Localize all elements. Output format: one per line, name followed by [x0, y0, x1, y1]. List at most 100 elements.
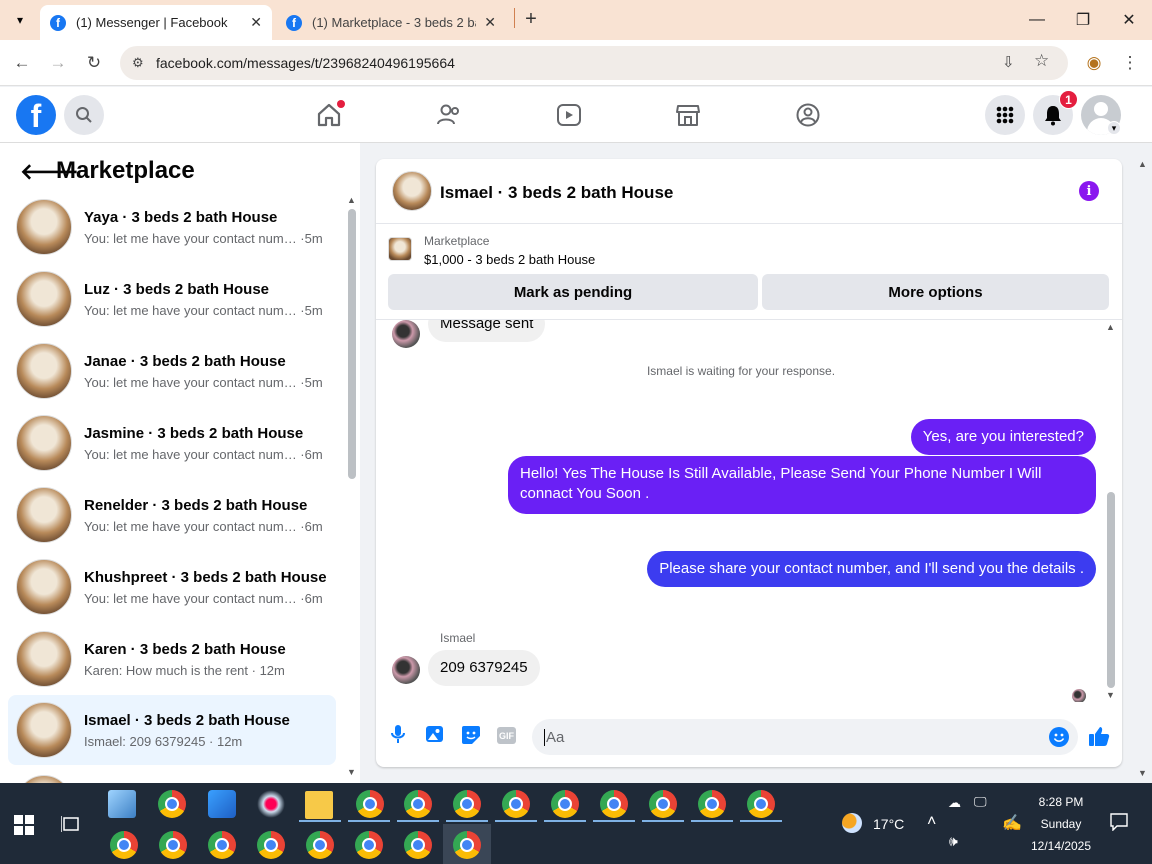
clock-date[interactable]: 12/14/2025	[1020, 839, 1102, 853]
more-options-button[interactable]: More options	[762, 274, 1109, 310]
message-bubble-sent: Yes, are you interested?	[910, 419, 1096, 455]
task-view-icon[interactable]	[60, 814, 81, 839]
chrome-profile-icon[interactable]	[159, 831, 187, 859]
volume-icon[interactable]: 🕪	[949, 833, 958, 850]
show-hidden-icons-icon[interactable]: ˄	[927, 813, 936, 831]
conversation-item-jasmine[interactable]: Jasmine · 3 beds 2 bath House You: let m…	[8, 409, 336, 477]
like-thumb-icon[interactable]	[1088, 725, 1110, 752]
facebook-logo-icon[interactable]: f	[16, 95, 56, 135]
groups-icon[interactable]	[788, 99, 828, 131]
scroll-down-icon[interactable]: ▼	[347, 767, 356, 777]
chat-title[interactable]: Ismael · 3 beds 2 bath House	[440, 183, 673, 203]
info-icon[interactable]: i	[1079, 181, 1099, 201]
conversation-item-ismael[interactable]: Ismael · 3 beds 2 bath House Ismael: 209…	[8, 695, 336, 765]
chrome-profile-icon[interactable]	[453, 831, 481, 859]
forward-arrow-icon[interactable]: →	[43, 48, 73, 78]
running-indicator	[397, 820, 439, 822]
new-tab-icon[interactable]: +	[518, 6, 544, 32]
close-window-icon[interactable]: ✕	[1106, 0, 1152, 40]
home-icon[interactable]	[309, 99, 349, 131]
chat-scrollbar-thumb[interactable]	[1107, 492, 1115, 688]
sticker-icon[interactable]	[461, 725, 481, 750]
windows-start-icon[interactable]	[14, 815, 34, 840]
conversation-item-luz[interactable]: Luz · 3 beds 2 bath House You: let me ha…	[8, 265, 336, 333]
conversation-item-yaya[interactable]: Yaya · 3 beds 2 bath House You: let me h…	[8, 193, 336, 261]
clock-time[interactable]: 8:28 PM	[1020, 795, 1102, 809]
chrome-profile-icon[interactable]	[257, 831, 285, 859]
close-tab-icon[interactable]: ✕	[250, 14, 262, 31]
listing-detail[interactable]: $1,000 - 3 beds 2 bath House	[424, 252, 595, 267]
scroll-down-icon[interactable]: ▼	[1106, 690, 1115, 700]
message-input[interactable]: Aa	[532, 719, 1078, 755]
minimize-icon[interactable]: —	[1014, 0, 1060, 40]
temperature[interactable]: 17°C	[873, 816, 904, 832]
chrome-profile-icon[interactable]	[747, 790, 775, 818]
pen-icon[interactable]: ✍	[1002, 813, 1022, 833]
page-scroll-down-icon[interactable]: ▼	[1138, 768, 1147, 778]
install-app-icon[interactable]: ⇩	[1002, 53, 1015, 71]
account-chevron-icon[interactable]: ▾	[1107, 121, 1121, 135]
photos-icon[interactable]	[208, 790, 236, 818]
scroll-up-icon[interactable]: ▲	[1106, 322, 1115, 332]
marketplace-icon[interactable]	[668, 99, 708, 131]
chat-header: Ismael · 3 beds 2 bath House i	[376, 159, 1122, 224]
chrome-icon[interactable]	[158, 790, 186, 818]
chrome-profile-icon[interactable]	[600, 790, 628, 818]
tab-search-chevron-icon[interactable]: ▾	[8, 8, 32, 32]
chrome-profile-icon[interactable]	[698, 790, 726, 818]
chrome-profile-icon[interactable]	[355, 831, 383, 859]
listing-thumbnail	[16, 702, 72, 758]
photo-icon[interactable]	[425, 725, 445, 748]
file-explorer-icon[interactable]	[305, 791, 333, 819]
chrome-profile-icon[interactable]	[649, 790, 677, 818]
reload-icon[interactable]: ↻	[79, 48, 109, 78]
scroll-up-icon[interactable]: ▲	[347, 195, 356, 205]
back-arrow-icon[interactable]: ←	[7, 48, 37, 78]
chrome-profile-icon[interactable]	[356, 790, 384, 818]
chrome-profile-icon[interactable]	[110, 831, 138, 859]
chrome-profile-icon[interactable]	[502, 790, 530, 818]
tab-marketplace[interactable]: f (1) Marketplace - 3 beds 2 bath ✕	[276, 5, 506, 40]
profile-icon[interactable]: ◉	[1079, 48, 1109, 78]
mark-pending-button[interactable]: Mark as pending	[388, 274, 758, 310]
chrome-profile-icon[interactable]	[551, 790, 579, 818]
emoji-icon[interactable]	[1049, 727, 1069, 747]
chrome-profile-icon[interactable]	[453, 790, 481, 818]
onedrive-icon[interactable]: ☁	[948, 795, 961, 811]
menu-grid-icon[interactable]	[985, 95, 1025, 135]
conversation-item-khushpreet[interactable]: Khushpreet · 3 beds 2 bath House You: le…	[8, 553, 336, 621]
conversation-preview: You: let me have your contact num… ·6m	[84, 590, 323, 606]
conversation-item-janae[interactable]: Janae · 3 beds 2 bath House You: let me …	[8, 337, 336, 405]
listing-thumbnail	[16, 199, 72, 255]
conversation-item-renelder[interactable]: Renelder · 3 beds 2 bath House You: let …	[8, 481, 336, 549]
chrome-profile-icon[interactable]	[306, 831, 334, 859]
paint-icon[interactable]	[257, 790, 285, 818]
close-tab-icon[interactable]: ✕	[484, 14, 496, 31]
maximize-icon[interactable]: ❐	[1060, 0, 1106, 40]
network-icon[interactable]: 🖵	[974, 794, 987, 810]
chrome-profile-icon[interactable]	[208, 831, 236, 859]
gif-icon[interactable]: GIF	[497, 727, 516, 744]
chat-listing-avatar[interactable]	[392, 171, 432, 211]
search-icon[interactable]	[64, 95, 104, 135]
bookmark-star-icon[interactable]: ☆	[1034, 51, 1049, 71]
url-bar[interactable]: ⚙ facebook.com/messages/t/23968240496195…	[120, 46, 1068, 80]
clock-day[interactable]: Sunday	[1020, 817, 1102, 831]
video-icon[interactable]	[549, 99, 589, 131]
friends-icon[interactable]	[429, 99, 469, 131]
conversation-item-karen[interactable]: Karen · 3 beds 2 bath House Karen: How m…	[8, 625, 336, 693]
notification-center-icon[interactable]	[1110, 813, 1128, 836]
chrome-profile-icon[interactable]	[404, 790, 432, 818]
running-indicator	[299, 820, 341, 822]
weather-icon[interactable]	[842, 813, 862, 833]
menu-dots-icon[interactable]: ⋮	[1115, 48, 1145, 78]
tab-messenger[interactable]: f (1) Messenger | Facebook ✕	[40, 5, 272, 40]
sidebar-scrollbar-thumb[interactable]	[348, 209, 356, 479]
running-indicator	[642, 820, 684, 822]
conversation-preview: You: let me have your contact num… ·6m	[84, 446, 323, 462]
chrome-profile-icon[interactable]	[404, 831, 432, 859]
page-scroll-up-icon[interactable]: ▲	[1138, 159, 1147, 169]
app-icon-notepad[interactable]	[108, 790, 136, 818]
microphone-icon[interactable]	[390, 724, 406, 749]
site-settings-icon[interactable]: ⚙	[132, 55, 144, 71]
